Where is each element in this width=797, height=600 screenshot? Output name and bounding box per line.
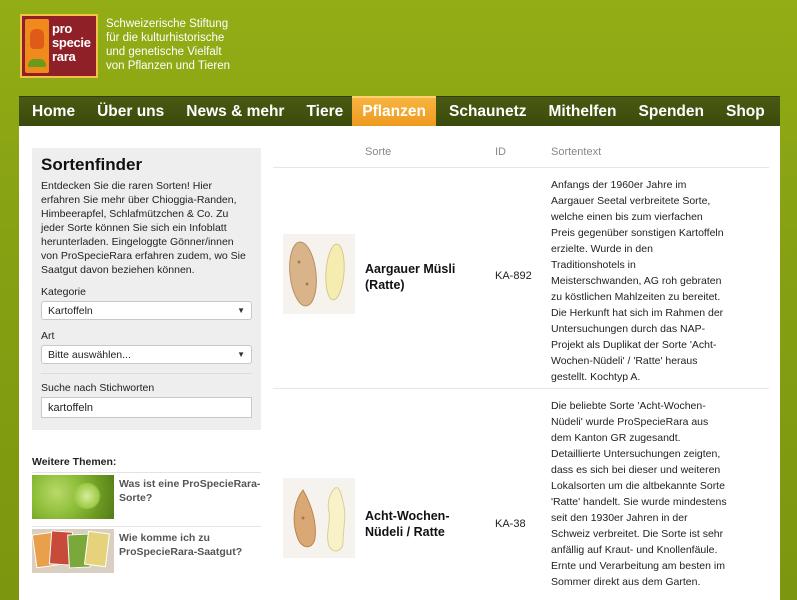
more-topics-title: Weitere Themen: — [32, 456, 117, 468]
art-select[interactable]: Bitte auswählen... ▼ — [41, 345, 252, 364]
kategorie-value: Kartoffeln — [48, 304, 93, 317]
kategorie-label: Kategorie — [41, 286, 86, 298]
header-id: ID — [495, 146, 506, 158]
topic-item[interactable]: Was ist eine ProSpecieRara-Sorte? — [32, 472, 261, 522]
nav-ueber-uns[interactable]: Über uns — [84, 97, 173, 126]
potato-image[interactable] — [283, 234, 355, 314]
chevron-down-icon: ▼ — [237, 350, 245, 359]
tagline-line: und genetische Vielfalt — [106, 46, 222, 58]
nav-schaunetz[interactable]: Schaunetz — [436, 97, 536, 126]
chevron-down-icon: ▼ — [237, 306, 245, 315]
seed-packets-thumbnail[interactable] — [32, 529, 114, 573]
main-nav: Home Über uns News & mehr Tiere Pflanzen… — [19, 96, 780, 126]
topic-item[interactable]: Wie komme ich zu ProSpecieRara-Saatgut? — [32, 526, 261, 576]
content-panel: Sortenfinder Entdecken Sie die raren Sor… — [19, 126, 780, 600]
topic-link[interactable]: Wie komme ich zu ProSpecieRara-Saatgut? — [114, 529, 261, 559]
nav-home[interactable]: Home — [19, 97, 84, 126]
logo-line-3: rara — [52, 49, 76, 64]
header-sorte: Sorte — [365, 146, 392, 158]
sortenfinder-title: Sortenfinder — [41, 155, 143, 174]
variety-name[interactable]: Aargauer Müsli (Ratte) — [365, 261, 485, 293]
topic-link[interactable]: Was ist eine ProSpecieRara-Sorte? — [114, 475, 261, 505]
nav-pflanzen[interactable]: Pflanzen — [352, 96, 436, 126]
nav-mithelfen[interactable]: Mithelfen — [536, 97, 626, 126]
art-value: Bitte auswählen... — [48, 348, 131, 361]
nav-spenden[interactable]: Spenden — [626, 97, 713, 126]
logo-line-2: specie — [52, 35, 91, 50]
variety-id: KA-892 — [495, 270, 532, 282]
nav-tiere[interactable]: Tiere — [293, 97, 352, 126]
prospecierara-logo[interactable]: pro specie rara — [20, 14, 98, 78]
sidebar-divider — [41, 373, 252, 374]
potato-image[interactable] — [283, 478, 355, 558]
logo-leaf — [28, 59, 46, 67]
lettuce-thumbnail[interactable] — [32, 475, 114, 519]
table-header: Sorte ID Sortentext — [273, 146, 769, 168]
logo-line-1: pro — [52, 21, 73, 36]
logo-figure — [25, 19, 49, 73]
sortenfinder-intro: Entdecken Sie die raren Sorten! Hier erf… — [41, 180, 246, 276]
search-input[interactable]: kartoffeln — [41, 397, 252, 418]
variety-name[interactable]: Acht-Wochen-Nüdeli / Ratte — [365, 508, 485, 540]
site-tagline: Schweizerische Stiftung für die kulturhi… — [106, 17, 230, 73]
more-topics: Weitere Themen: Was ist eine ProSpecieRa… — [32, 456, 261, 580]
nav-news[interactable]: News & mehr — [173, 97, 293, 126]
nav-shop[interactable]: Shop — [713, 97, 774, 126]
logo-face — [30, 29, 44, 49]
variety-description: Anfangs der 1960er Jahre im Aargauer See… — [551, 179, 724, 383]
table-row[interactable]: Acht-Wochen-Nüdeli / Ratte KA-38 Die bel… — [273, 389, 769, 600]
tagline-line: Schweizerische Stiftung — [106, 18, 229, 30]
art-label: Art — [41, 330, 55, 342]
results-table: Sorte ID Sortentext Aargauer Müsli (Ratt… — [273, 146, 769, 600]
logo-wordmark: pro specie rara — [52, 21, 96, 64]
table-row[interactable]: Aargauer Müsli (Ratte) KA-892 Anfangs de… — [273, 168, 769, 389]
kategorie-select[interactable]: Kartoffeln ▼ — [41, 301, 252, 320]
variety-id: KA-38 — [495, 518, 526, 530]
tagline-line: für die kulturhistorische — [106, 32, 225, 44]
sortenfinder-panel: Sortenfinder Entdecken Sie die raren Sor… — [32, 148, 261, 430]
search-label: Suche nach Stichworten — [41, 382, 155, 394]
variety-description: Die beliebte Sorte 'Acht-Wochen-Nüdeli' … — [551, 400, 727, 588]
header-sortentext: Sortentext — [551, 146, 602, 158]
tagline-line: von Pflanzen und Tieren — [106, 60, 231, 72]
